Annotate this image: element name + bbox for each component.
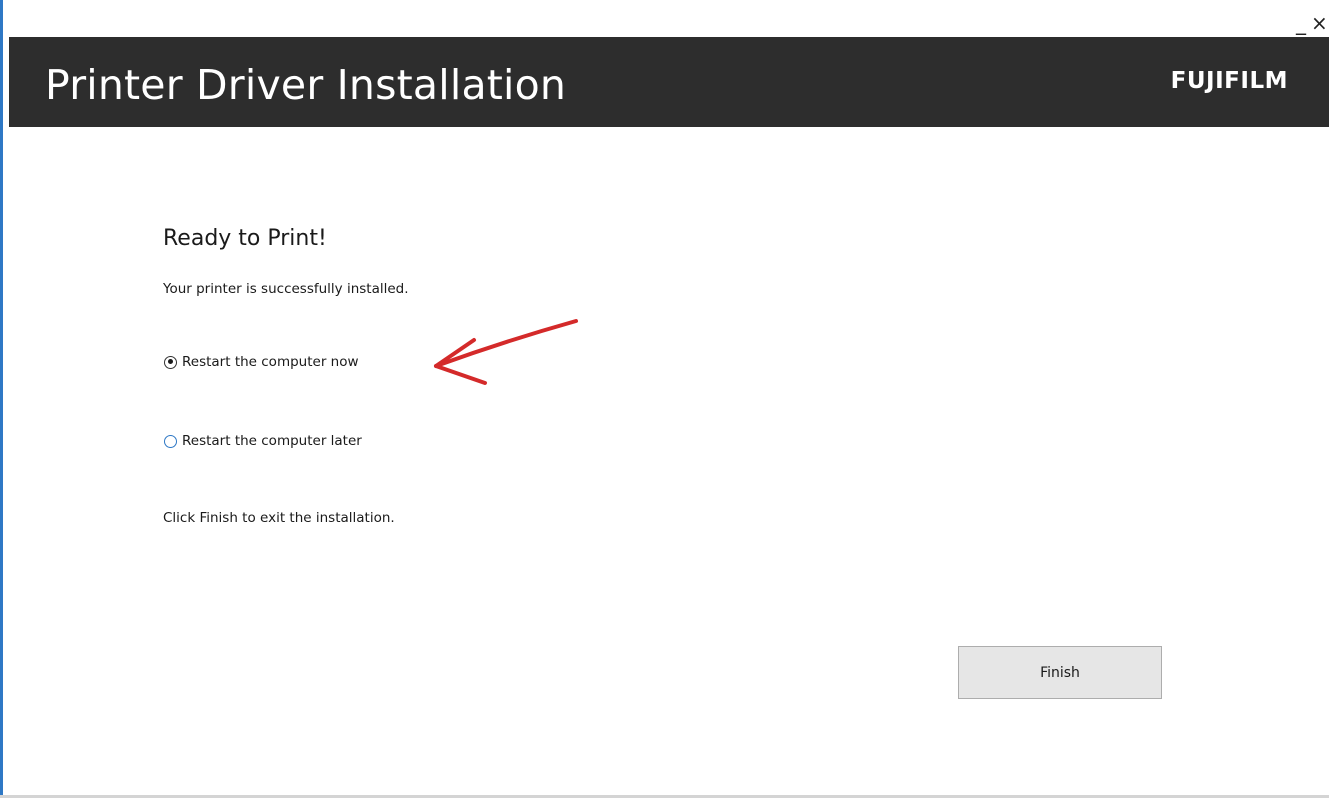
close-button[interactable]: × (1311, 13, 1328, 33)
page-heading: Ready to Print! (163, 226, 327, 251)
radio-dot-icon (167, 359, 173, 364)
radio-selected-icon[interactable] (164, 355, 177, 369)
radio-unselected-icon[interactable] (164, 434, 177, 448)
installer-title: Printer Driver Installation (45, 61, 567, 109)
minimize-button[interactable]: _ (1296, 13, 1306, 33)
restart-now-option[interactable]: Restart the computer now (164, 353, 359, 371)
window-titlebar (9, 0, 1329, 37)
restart-later-option[interactable]: Restart the computer later (164, 432, 362, 450)
restart-later-label[interactable]: Restart the computer later (182, 432, 362, 450)
installer-content: Ready to Print! Your printer is successf… (0, 127, 1329, 795)
restart-now-label[interactable]: Restart the computer now (182, 353, 359, 371)
installer-header: Printer Driver Installation FUJIFILM (9, 37, 1329, 127)
finish-button[interactable]: Finish (958, 646, 1162, 699)
exit-instruction-text: Click Finish to exit the installation. (163, 510, 395, 526)
fujifilm-logo: FUJIFILM (1170, 68, 1288, 94)
install-status-text: Your printer is successfully installed. (163, 281, 409, 297)
